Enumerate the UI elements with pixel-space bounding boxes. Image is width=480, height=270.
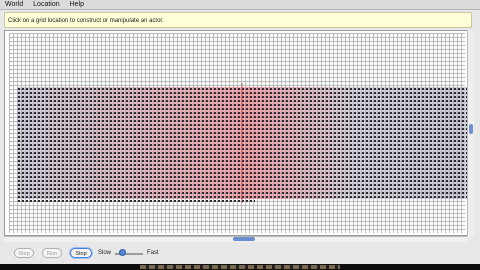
grid-viewport[interactable] [4, 30, 472, 236]
fast-label: Fast [147, 250, 159, 256]
horizontal-scrollbar[interactable] [4, 236, 467, 242]
menu-world[interactable]: World [0, 0, 28, 9]
control-bar: Step Run Stop Slow Fast [0, 244, 480, 264]
speed-slider-knob[interactable] [119, 249, 126, 256]
vertical-scroll-thumb[interactable] [469, 124, 473, 134]
slow-label: Slow [98, 250, 112, 256]
actor-region[interactable] [17, 87, 469, 199]
menu-bar: World Location Help [0, 0, 480, 10]
bottom-pattern [140, 265, 340, 269]
run-button[interactable]: Run [42, 248, 62, 258]
actor-row[interactable] [17, 199, 255, 203]
horizontal-scroll-thumb[interactable] [233, 237, 255, 241]
step-button[interactable]: Step [14, 248, 34, 258]
stop-button[interactable]: Stop [70, 248, 92, 258]
message-bar: Click on a grid location to construct or… [4, 12, 472, 28]
vertical-scrollbar[interactable] [467, 30, 474, 236]
menu-help[interactable]: Help [65, 0, 89, 9]
menu-location[interactable]: Location [28, 0, 64, 9]
highlight-column [241, 83, 243, 203]
